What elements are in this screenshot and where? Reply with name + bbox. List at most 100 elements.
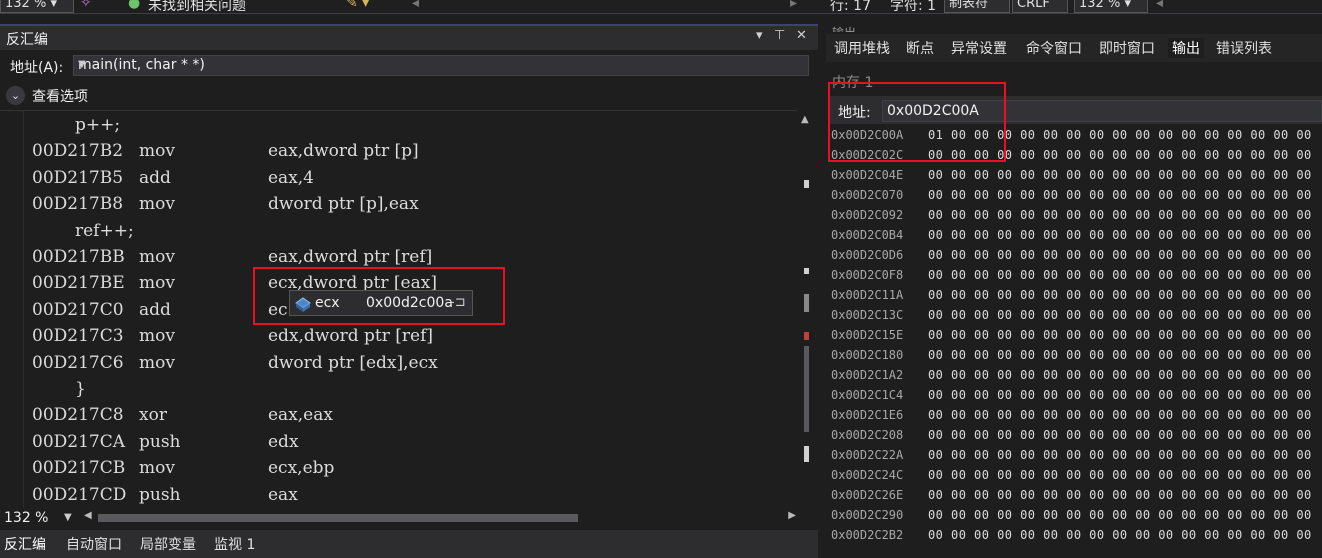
- asm-line[interactable]: 00D217B5 add eax,4: [0, 168, 790, 194]
- memory-row[interactable]: 0x00D2C070 00 00 00 00 00 00 00 00 00 00 …: [831, 188, 1321, 208]
- tab-error-list[interactable]: 错误列表: [1216, 38, 1272, 58]
- memory-row-address: 0x00D2C0D6: [831, 248, 904, 262]
- address-combo[interactable]: main(int, char * *) ▼: [73, 55, 809, 76]
- asm-line[interactable]: 00D217C3 mov edx,dword ptr [ref]: [0, 326, 790, 352]
- brush-icon[interactable]: ✎ ▾: [346, 0, 369, 11]
- zoom-value: 132 %: [5, 0, 47, 11]
- asm-operands: eax,eax: [268, 405, 333, 426]
- asm-mnemonic: mov: [139, 352, 175, 373]
- copilot-icon[interactable]: ✧: [80, 0, 92, 11]
- memory-row[interactable]: 0x00D2C1E6 00 00 00 00 00 00 00 00 00 00 …: [831, 408, 1321, 428]
- asm-line[interactable]: 00D217B8 mov dword ptr [p],eax: [0, 194, 790, 220]
- disasm-zoom[interactable]: 132 %: [4, 510, 48, 526]
- scroll-thumb[interactable]: [804, 346, 809, 432]
- memory-row[interactable]: 0x00D2C208 00 00 00 00 00 00 00 00 00 00 …: [831, 428, 1321, 448]
- chevron-down-icon[interactable]: ▼: [64, 512, 72, 523]
- asm-operands: ecx,ebp: [268, 458, 335, 479]
- tab-output[interactable]: 输出: [1168, 38, 1204, 58]
- horizontal-scrollbar[interactable]: ◀ ▶: [84, 510, 796, 525]
- tab-autos[interactable]: 自动窗口: [66, 534, 122, 554]
- source-line[interactable]: ref++;: [0, 221, 790, 247]
- asm-line[interactable]: 00D217CB mov ecx,ebp: [0, 458, 790, 484]
- asm-mnemonic: add: [139, 167, 171, 188]
- chevron-down-icon[interactable]: ⌄: [6, 86, 25, 105]
- memory-row[interactable]: 0x00D2C092 00 00 00 00 00 00 00 00 00 00 …: [831, 208, 1321, 228]
- memory-row-bytes: 00 00 00 00 00 00 00 00 00 00 00 00 00 0…: [928, 328, 1312, 342]
- memory-row[interactable]: 0x00D2C2B2 00 00 00 00 00 00 00 00 00 00 …: [831, 528, 1321, 548]
- asm-operands: edx,dword ptr [ref]: [268, 326, 434, 347]
- top-toolbar: 132 % ▾ ✧ ● 未找到相关问题 ✎ ▾ ◂ ▸ 行: 17 字符: 1 …: [0, 0, 1322, 14]
- tab-command-window[interactable]: 命令窗口: [1026, 38, 1082, 58]
- asm-line[interactable]: 00D217B2 mov eax,dword ptr [p]: [0, 141, 790, 167]
- char-indicator[interactable]: 字符: 1: [890, 0, 936, 13]
- scroll-left-icon[interactable]: ◀: [84, 510, 92, 521]
- chevron-down-icon[interactable]: ▼: [78, 59, 804, 70]
- memory-row[interactable]: 0x00D2C26E 00 00 00 00 00 00 00 00 00 00 …: [831, 488, 1321, 508]
- annotation-box: [253, 267, 505, 325]
- asm-mnemonic: add: [139, 299, 171, 320]
- tabs-indicator[interactable]: 制表符: [944, 0, 1010, 13]
- memory-row[interactable]: 0x00D2C1A2 00 00 00 00 00 00 00 00 00 00 …: [831, 368, 1321, 388]
- tab-immediate-window[interactable]: 即时窗口: [1099, 38, 1155, 58]
- memory-row-address: 0x00D2C070: [831, 188, 904, 202]
- memory-row-bytes: 00 00 00 00 00 00 00 00 00 00 00 00 00 0…: [928, 388, 1312, 402]
- memory-row[interactable]: 0x00D2C24C 00 00 00 00 00 00 00 00 00 00 …: [831, 468, 1321, 488]
- memory-row[interactable]: 0x00D2C290 00 00 00 00 00 00 00 00 00 00 …: [831, 508, 1321, 528]
- close-icon[interactable]: ✕: [796, 28, 807, 43]
- dropdown-icon[interactable]: ▾: [756, 28, 763, 43]
- asm-line[interactable]: 00D217C8 xor eax,eax: [0, 405, 790, 431]
- memory-row[interactable]: 0x00D2C04E 00 00 00 00 00 00 00 00 00 00 …: [831, 168, 1321, 188]
- memory-row[interactable]: 0x00D2C0B4 00 00 00 00 00 00 00 00 00 00 …: [831, 228, 1321, 248]
- view-options[interactable]: ⌄ 查看选项: [0, 83, 818, 109]
- memory-row-address: 0x00D2C04E: [831, 168, 904, 182]
- asm-mnemonic: push: [139, 484, 181, 505]
- vertical-scrollbar[interactable]: ▲ ▼: [797, 110, 817, 530]
- source-text: ref++;: [75, 220, 134, 241]
- asm-line[interactable]: 00D217CD push eax: [0, 485, 790, 510]
- asm-address: 00D217BB: [32, 247, 125, 267]
- check-icon: ●: [128, 0, 141, 11]
- memory-row[interactable]: 0x00D2C22A 00 00 00 00 00 00 00 00 00 00 …: [831, 448, 1321, 468]
- scroll-left-icon[interactable]: ◂: [412, 0, 419, 11]
- memory-row-bytes: 00 00 00 00 00 00 00 00 00 00 00 00 00 0…: [928, 408, 1312, 422]
- source-text: }: [75, 379, 86, 399]
- asm-address: 00D217B2: [32, 141, 124, 162]
- memory-row-bytes: 00 00 00 00 00 00 00 00 00 00 00 00 00 0…: [928, 288, 1312, 302]
- memory-row[interactable]: 0x00D2C0D6 00 00 00 00 00 00 00 00 00 00 …: [831, 248, 1321, 268]
- memory-row-bytes: 00 00 00 00 00 00 00 00 00 00 00 00 00 0…: [928, 488, 1312, 502]
- asm-mnemonic: mov: [139, 458, 175, 479]
- line-indicator[interactable]: 行: 17: [830, 0, 871, 13]
- zoom-combo[interactable]: 132 % ▾: [0, 0, 74, 13]
- pin-icon[interactable]: ⊤: [774, 28, 785, 43]
- memory-row[interactable]: 0x00D2C1C4 00 00 00 00 00 00 00 00 00 00 …: [831, 388, 1321, 408]
- memory-row[interactable]: 0x00D2C11A 00 00 00 00 00 00 00 00 00 00 …: [831, 288, 1321, 308]
- memory-row-address: 0x00D2C1C4: [831, 388, 904, 402]
- address-label: 地址(A):: [10, 60, 64, 76]
- source-line[interactable]: p++;: [0, 115, 790, 141]
- scroll-left-icon-right[interactable]: ◂: [1156, 0, 1163, 11]
- asm-line[interactable]: 00D217CA push edx: [0, 432, 790, 458]
- issues-status[interactable]: 未找到相关问题: [148, 0, 246, 13]
- tab-exception-settings[interactable]: 异常设置: [951, 38, 1007, 58]
- zoom-combo-right[interactable]: 132 % ▾: [1074, 0, 1148, 13]
- tab-locals[interactable]: 局部变量: [140, 534, 196, 554]
- scroll-up-icon[interactable]: ▲: [801, 114, 809, 125]
- tab-call-stack[interactable]: 调用堆栈: [834, 38, 890, 58]
- memory-row[interactable]: 0x00D2C15E 00 00 00 00 00 00 00 00 00 00 …: [831, 328, 1321, 348]
- asm-operands: dword ptr [p],eax: [268, 194, 419, 215]
- hscroll-thumb[interactable]: [98, 514, 578, 522]
- scroll-right-icon[interactable]: ▸: [790, 0, 797, 11]
- memory-row-address: 0x00D2C26E: [831, 488, 904, 502]
- memory-row[interactable]: 0x00D2C180 00 00 00 00 00 00 00 00 00 00 …: [831, 348, 1321, 368]
- source-line[interactable]: }: [0, 379, 790, 405]
- asm-line[interactable]: 00D217C6 mov dword ptr [edx],ecx: [0, 353, 790, 379]
- memory-row-address: 0x00D2C24C: [831, 468, 904, 482]
- scroll-right-icon[interactable]: ▶: [788, 510, 796, 521]
- memory-row[interactable]: 0x00D2C13C 00 00 00 00 00 00 00 00 00 00 …: [831, 308, 1321, 328]
- tab-watch-1[interactable]: 监视 1: [214, 534, 255, 554]
- eol-indicator[interactable]: CRLF: [1012, 0, 1068, 13]
- tab-disassembly[interactable]: 反汇编: [4, 534, 46, 554]
- tab-breakpoints[interactable]: 断点: [906, 38, 934, 58]
- memory-row[interactable]: 0x00D2C0F8 00 00 00 00 00 00 00 00 00 00 …: [831, 268, 1321, 288]
- panel-title[interactable]: 反汇编: [6, 29, 48, 49]
